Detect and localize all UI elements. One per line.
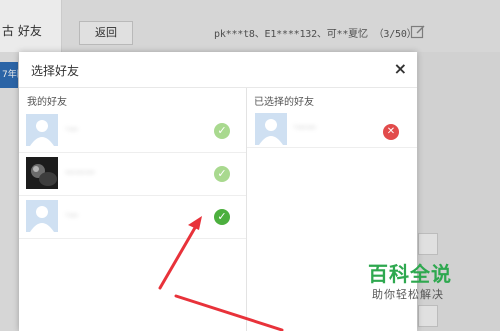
watermark: 百科全说 助你轻松解决 [360, 254, 500, 304]
my-friends-label: 我的好友 [27, 97, 67, 108]
friend-row[interactable]: ——— ✓ [19, 153, 246, 196]
my-friends-column: 我的好友 ·— ✓ ——— ✓ ·— ✓ [19, 88, 246, 331]
watermark-slogan: 助你轻松解决 [372, 288, 444, 301]
dialog-title: 选择好友 [31, 64, 80, 78]
friend-row[interactable]: ·— ✓ [19, 196, 246, 239]
friend-name: ·— [65, 124, 79, 135]
friend-name: ·—— [293, 122, 317, 133]
check-icon[interactable]: ✓ [214, 123, 230, 139]
select-friends-dialog: 选择好友 × 我的好友 ·— ✓ ——— ✓ ·— ✓ 已选择的好友 ·—— ✕ [19, 52, 417, 331]
avatar [26, 114, 58, 146]
friend-row[interactable]: ·— ✓ [19, 110, 246, 153]
watermark-logo: 百科全说 [368, 262, 452, 286]
avatar [26, 200, 58, 232]
avatar [255, 113, 287, 145]
friend-name: ——— [65, 167, 95, 178]
friend-name: ·— [65, 210, 79, 221]
close-icon[interactable]: × [394, 60, 407, 78]
check-icon[interactable]: ✓ [214, 166, 230, 182]
dialog-header: 选择好友 × [19, 52, 417, 88]
selected-friends-label: 已选择的好友 [254, 97, 314, 108]
avatar [26, 157, 58, 189]
check-icon[interactable]: ✓ [214, 209, 230, 225]
remove-icon[interactable]: ✕ [383, 124, 399, 140]
selected-friend-row: ·—— ✕ [247, 110, 417, 148]
